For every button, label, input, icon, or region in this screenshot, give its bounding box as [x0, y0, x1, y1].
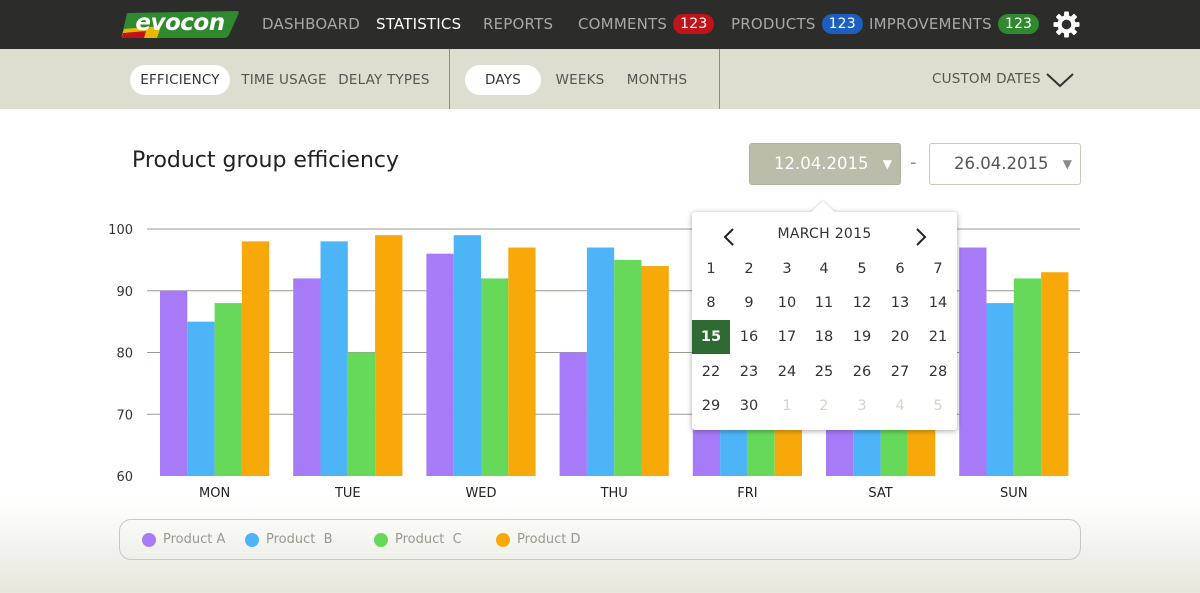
- calendar-day[interactable]: 9: [730, 286, 768, 320]
- bar-wed-series-2[interactable]: [453, 235, 481, 476]
- bar-mon-series-2[interactable]: [187, 321, 215, 476]
- bar-tue-series-3[interactable]: [347, 352, 376, 477]
- bar-sun-series-1[interactable]: [959, 247, 987, 476]
- calendar-day[interactable]: 14: [919, 286, 957, 320]
- legend-swatch: [496, 533, 510, 547]
- calendar-day[interactable]: 22: [692, 355, 730, 389]
- x-tick-label: TUE: [334, 486, 361, 501]
- calendar-day[interactable]: 1: [768, 389, 806, 423]
- calendar-day[interactable]: 19: [843, 320, 881, 354]
- legend-item-product-c[interactable]: Product C: [374, 531, 462, 549]
- legend-swatch: [142, 533, 156, 547]
- bar-thu-series-2[interactable]: [586, 247, 615, 476]
- legend-label: Product A: [163, 532, 226, 547]
- calendar-day[interactable]: 6: [881, 252, 919, 286]
- bar-thu-series-3[interactable]: [614, 259, 642, 476]
- calendar-day[interactable]: 26: [843, 355, 881, 389]
- legend-label: Product D: [517, 532, 581, 547]
- bar-tue-series-4[interactable]: [375, 235, 403, 476]
- y-tick-label: 90: [116, 285, 133, 300]
- bar-wed-series-3[interactable]: [481, 278, 509, 476]
- y-tick-label: 60: [116, 470, 133, 485]
- calendar-day[interactable]: 27: [881, 355, 919, 389]
- calendar-day[interactable]: 28: [919, 355, 957, 389]
- calendar-day[interactable]: 10: [768, 286, 806, 320]
- calendar-day[interactable]: 25: [805, 355, 843, 389]
- x-tick-label: THU: [600, 486, 628, 501]
- calendar-day[interactable]: 5: [919, 389, 957, 423]
- calendar-day[interactable]: 7: [919, 252, 957, 286]
- calendar-day[interactable]: 18: [805, 320, 843, 354]
- chevron-right-icon[interactable]: [914, 227, 928, 247]
- bar-sun-series-2[interactable]: [986, 303, 1014, 476]
- bar-tue-series-2[interactable]: [320, 241, 348, 476]
- calendar-day[interactable]: 17: [768, 320, 806, 354]
- calendar-day[interactable]: 5: [843, 252, 881, 286]
- date-picker-calendar: MARCH 2015 1 2 3 4 5 6 7 8 9 10 11 12 13 14 15 16 17 18 19…: [692, 201, 957, 430]
- bar-mon-series-1[interactable]: [160, 290, 188, 476]
- bar-tue-series-1[interactable]: [293, 278, 321, 476]
- calendar-day[interactable]: 11: [805, 286, 843, 320]
- legend-label: Product B: [266, 532, 333, 547]
- calendar-day[interactable]: 21: [919, 320, 957, 354]
- bar-wed-series-1[interactable]: [426, 253, 454, 476]
- calendar-pointer: [810, 201, 836, 213]
- calendar-day[interactable]: 3: [768, 252, 806, 286]
- bar-thu-series-1[interactable]: [559, 352, 587, 477]
- y-tick-label: 70: [116, 408, 133, 423]
- x-tick-label: WED: [465, 486, 496, 501]
- x-tick-label: SAT: [868, 486, 892, 501]
- legend-item-product-d[interactable]: Product D: [496, 531, 581, 549]
- bar-mon-series-4[interactable]: [241, 241, 270, 476]
- x-tick-label: SUN: [1000, 486, 1028, 501]
- bar-mon-series-3[interactable]: [214, 303, 242, 476]
- calendar-day[interactable]: 20: [881, 320, 919, 354]
- y-tick-label: 80: [116, 347, 133, 362]
- calendar-day[interactable]: 4: [881, 389, 919, 423]
- bar-sun-series-3[interactable]: [1013, 278, 1042, 476]
- calendar-day[interactable]: 2: [805, 389, 843, 423]
- calendar-day[interactable]: 16: [730, 320, 768, 354]
- bar-sun-series-4[interactable]: [1041, 272, 1069, 476]
- legend-label: Product C: [395, 532, 462, 547]
- calendar-day[interactable]: 24: [768, 355, 806, 389]
- calendar-day[interactable]: 12: [843, 286, 881, 320]
- calendar-day[interactable]: 8: [692, 286, 730, 320]
- legend-swatch: [374, 533, 388, 547]
- y-tick-label: 100: [108, 223, 133, 238]
- legend-swatch: [245, 533, 259, 547]
- bar-wed-series-4[interactable]: [508, 247, 536, 476]
- calendar-day[interactable]: 29: [692, 389, 730, 423]
- calendar-day[interactable]: 15: [692, 320, 730, 354]
- calendar-day[interactable]: 30: [730, 389, 768, 423]
- legend-item-product-b[interactable]: Product B: [245, 531, 333, 549]
- calendar-day[interactable]: 23: [730, 355, 768, 389]
- chart-legend: Product A Product B Product C Product D: [119, 519, 1081, 560]
- calendar-day[interactable]: 3: [843, 389, 881, 423]
- calendar-day[interactable]: 2: [730, 252, 768, 286]
- calendar-day[interactable]: 1: [692, 252, 730, 286]
- efficiency-bar-chart: 60 70 80 90 100 MON TUE WED THU FRI SAT SUN: [108, 223, 1080, 501]
- x-tick-label: MON: [199, 486, 230, 501]
- x-tick-label: FRI: [737, 486, 757, 501]
- calendar-day[interactable]: 13: [881, 286, 919, 320]
- legend-item-product-a[interactable]: Product A: [142, 531, 225, 549]
- calendar-day[interactable]: 4: [805, 252, 843, 286]
- bar-thu-series-4[interactable]: [641, 266, 669, 476]
